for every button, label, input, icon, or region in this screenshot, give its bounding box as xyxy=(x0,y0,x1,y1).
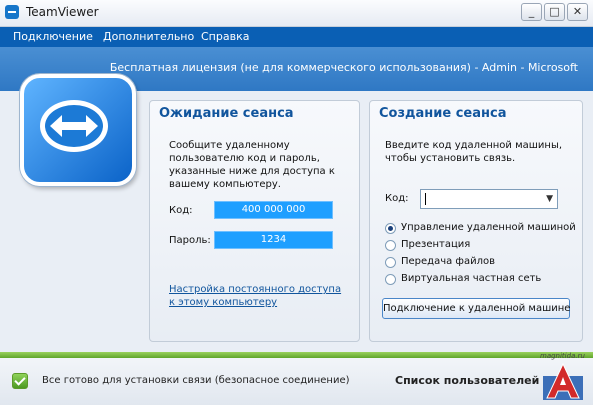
watermark-logo xyxy=(543,362,583,400)
my-id-field[interactable]: 400 000 000 xyxy=(214,201,333,219)
password-label: Пароль: xyxy=(169,235,211,246)
menu-extras[interactable]: Дополнительно xyxy=(103,30,194,43)
watermark-text: magnitida.ru xyxy=(540,352,585,360)
maximize-icon: □ xyxy=(549,5,560,18)
password-field[interactable]: 1234 xyxy=(214,231,333,249)
menu-help[interactable]: Справка xyxy=(201,30,249,43)
menu-bar: Подключение Дополнительно Справка xyxy=(0,27,593,47)
permanent-access-link[interactable]: Настройка постоянного доступа к этому ко… xyxy=(169,283,341,309)
maximize-button[interactable]: □ xyxy=(544,3,565,21)
create-session-title: Создание сеанса xyxy=(379,106,507,121)
create-session-description: Введите код удаленной машины, чтобы уста… xyxy=(385,140,563,164)
radio-button[interactable] xyxy=(385,240,396,251)
minimize-icon: _ xyxy=(528,5,535,18)
radio-button[interactable] xyxy=(385,223,396,234)
dropdown-arrow-icon[interactable]: ▼ xyxy=(546,194,553,204)
close-icon: ✕ xyxy=(572,5,583,18)
radio-button[interactable] xyxy=(385,257,396,268)
close-button[interactable]: ✕ xyxy=(567,3,588,21)
waiting-session-title: Ожидание сеанса xyxy=(159,106,294,121)
status-bar: Все готово для установки связи (безопасн… xyxy=(0,358,593,405)
window-title: TeamViewer xyxy=(26,5,99,19)
text-caret xyxy=(425,193,426,205)
waiting-session-description: Сообщите удаленному пользователю код и п… xyxy=(169,140,335,190)
radio-button[interactable] xyxy=(385,274,396,285)
partner-id-label: Код: xyxy=(385,193,409,204)
double-arrow-icon xyxy=(40,100,108,152)
partner-list-button[interactable]: Список пользователей xyxy=(395,374,539,387)
connect-to-partner-button[interactable]: Подключение к удаленной машине xyxy=(382,298,570,319)
license-text: Бесплатная лицензия (не для коммерческог… xyxy=(109,61,578,74)
title-bar[interactable]: TeamViewer _ □ ✕ xyxy=(0,0,593,27)
partner-id-combobox[interactable]: ▼ xyxy=(420,189,558,209)
ready-check-icon xyxy=(12,373,28,389)
minimize-button[interactable]: _ xyxy=(521,3,542,21)
status-text: Все готово для установки связи (безопасн… xyxy=(42,375,350,386)
create-session-panel: Создание сеанса Введите код удаленной ма… xyxy=(369,100,583,342)
teamviewer-window: TeamViewer _ □ ✕ Подключение Дополнитель… xyxy=(0,0,593,405)
teamviewer-app-icon xyxy=(5,5,19,19)
id-label: Код: xyxy=(169,205,193,216)
teamviewer-logo xyxy=(20,74,136,186)
menu-connection[interactable]: Подключение xyxy=(13,30,93,43)
waiting-session-panel: Ожидание сеанса Сообщите удаленному поль… xyxy=(149,100,360,342)
